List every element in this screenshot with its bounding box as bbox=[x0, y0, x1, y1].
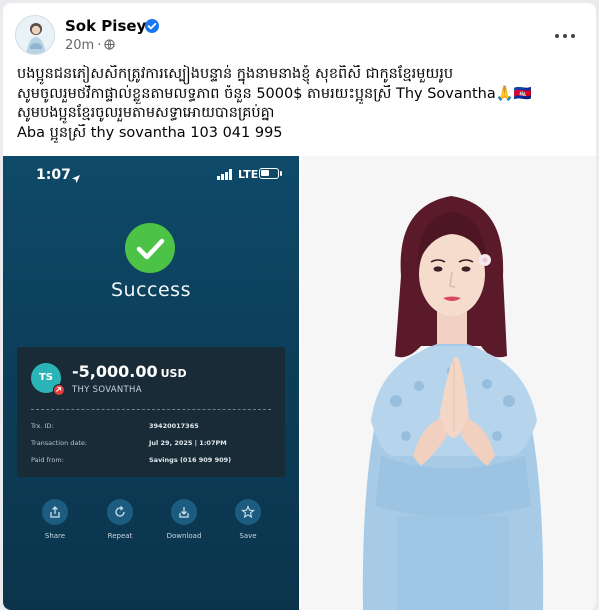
detail-label: Paid from: bbox=[31, 456, 64, 464]
detail-label: Transaction date: bbox=[31, 439, 88, 447]
receipt-image[interactable]: 1:07 LTE Success TS -5,000.00 USD THY SOV… bbox=[3, 156, 299, 610]
save-button[interactable]: Save bbox=[223, 499, 273, 540]
share-button[interactable]: Share bbox=[30, 499, 80, 540]
location-arrow-icon bbox=[71, 169, 81, 183]
payee-name: THY SOVANTHA bbox=[72, 385, 142, 395]
post-header: Sok Pisey 20m · bbox=[15, 15, 585, 59]
signal-icon bbox=[217, 169, 233, 180]
post-text-line: Aba ប្អូនស្រី thy sovantha 103 041 995 bbox=[17, 124, 283, 141]
detail-value: Savings (016 909 909) bbox=[149, 456, 232, 464]
more-options-icon[interactable] bbox=[551, 21, 579, 49]
transaction-panel: TS -5,000.00 USD THY SOVANTHA Trx. ID: 39… bbox=[17, 347, 285, 477]
download-label: Download bbox=[166, 532, 202, 540]
status-time: 1:07 bbox=[36, 167, 71, 183]
portrait-illustration bbox=[301, 156, 596, 610]
detail-value: 39420017365 bbox=[149, 422, 199, 430]
post-time[interactable]: 20m bbox=[65, 38, 94, 53]
share-label: Share bbox=[44, 532, 66, 540]
save-label: Save bbox=[239, 532, 257, 540]
author-name[interactable]: Sok Pisey bbox=[65, 17, 146, 35]
post-text-line: សូមបងប្អូនខ្មែរចូលរួមតាមសទ្ធាអោយបានគ្រប់… bbox=[17, 105, 275, 121]
battery-tip bbox=[280, 171, 282, 176]
dashed-divider bbox=[31, 409, 271, 410]
post-card: Sok Pisey 20m · បងប្អូនជនភៀសសឹកត្រូវការស្… bbox=[3, 3, 596, 610]
network-label: LTE bbox=[238, 168, 259, 181]
post-text-line: សូមចូលរួមថវិកាផ្ទាល់ខ្លួនតាមលទ្ធភាព ចំនួ… bbox=[17, 85, 532, 102]
share-icon bbox=[42, 499, 68, 525]
star-icon bbox=[235, 499, 261, 525]
receipt-actions: Share Repeat Download Save bbox=[3, 499, 299, 549]
battery-icon bbox=[259, 168, 279, 179]
phone-status-bar: 1:07 LTE bbox=[3, 156, 299, 194]
success-check-icon bbox=[125, 223, 175, 273]
post-text-line: បងប្អូនជនភៀសសឹកត្រូវការស្បៀងបន្ទាន់ ក្នុ… bbox=[17, 66, 454, 82]
profile-avatar[interactable] bbox=[15, 15, 55, 55]
amount-value: -5,000.00 bbox=[72, 362, 158, 381]
amount-currency: USD bbox=[160, 367, 187, 380]
public-globe-icon bbox=[104, 39, 116, 50]
post-text: បងប្អូនជនភៀសសឹកត្រូវការស្បៀងបន្ទាន់ ក្នុ… bbox=[17, 65, 589, 143]
detail-value: Jul 29, 2025 | 1:07PM bbox=[149, 439, 227, 447]
portrait-photo[interactable] bbox=[301, 156, 596, 610]
repeat-icon bbox=[107, 499, 133, 525]
outgoing-arrow-icon bbox=[53, 384, 65, 396]
download-button[interactable]: Download bbox=[159, 499, 209, 540]
success-label: Success bbox=[111, 279, 191, 301]
post-meta: 20m · bbox=[65, 38, 116, 53]
verified-badge-icon bbox=[145, 19, 159, 33]
repeat-label: Repeat bbox=[107, 532, 133, 540]
detail-label: Trx. ID: bbox=[31, 422, 54, 430]
repeat-button[interactable]: Repeat bbox=[95, 499, 145, 540]
download-icon bbox=[171, 499, 197, 525]
transfer-amount: -5,000.00 USD bbox=[72, 362, 187, 381]
